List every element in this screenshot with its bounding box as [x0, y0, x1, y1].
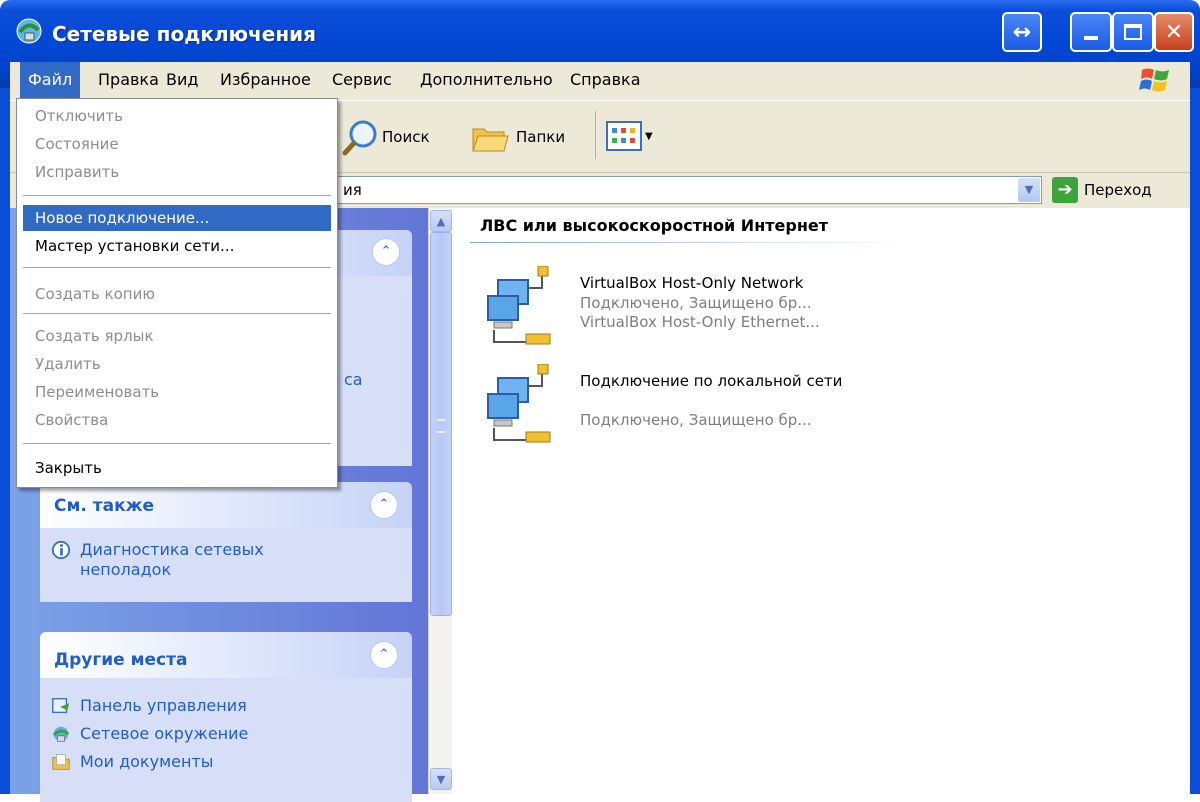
chevron-down-icon: ▼ [1024, 183, 1034, 196]
double-arrow-icon: ↔ [1012, 19, 1032, 45]
connection-status: Подключено, Защищено бр... [580, 294, 812, 312]
my-documents-link[interactable]: Мои документы [40, 752, 412, 772]
group-divider [470, 242, 910, 243]
go-label: Переход [1084, 181, 1152, 199]
scroll-up-button[interactable]: ▲ [430, 210, 452, 232]
menu-help[interactable]: Справка [570, 70, 641, 89]
other-places-box: Другие места ⌃ Панель управления Сетевое… [40, 632, 412, 802]
see-also-title: См. также [54, 496, 155, 516]
scroll-thumb[interactable] [430, 232, 452, 616]
folders-label: Папки [516, 128, 566, 146]
my-documents-label: Мои документы [80, 752, 214, 771]
other-places-title: Другие места [54, 650, 188, 670]
collapse-icon[interactable]: ⌃ [370, 491, 398, 519]
close-button[interactable]: ✕ [1154, 12, 1194, 52]
folders-button[interactable]: Папки [470, 115, 565, 159]
address-text-fragment: ия [343, 181, 362, 199]
lan-connection-icon [487, 364, 551, 443]
folders-icon [472, 128, 509, 152]
see-also-header[interactable]: См. также ⌃ [40, 482, 412, 528]
info-icon [51, 540, 71, 560]
toolbar-separator [595, 111, 596, 159]
menu-separator [23, 313, 331, 314]
menu-advanced[interactable]: Дополнительно [420, 70, 553, 89]
go-arrow-icon: ➔ [1052, 177, 1078, 203]
menu-item-create-shortcut[interactable]: Создать ярлык [23, 323, 331, 349]
grip-icon [437, 419, 445, 433]
see-also-box: См. также ⌃ Диагностика сетевых неполадо… [40, 482, 412, 602]
views-button[interactable]: ▼ [606, 121, 653, 151]
search-label: Поиск [382, 128, 430, 146]
group-header: ЛВС или высокоскоростной Интернет [480, 216, 828, 235]
diagnostics-link[interactable]: Диагностика сетевых неполадок [40, 540, 320, 580]
menu-item-create-copy[interactable]: Создать копию [23, 281, 331, 307]
hidden-task-fragment: са [344, 370, 363, 389]
network-places-label: Сетевое окружение [80, 724, 249, 743]
control-panel-link[interactable]: Панель управления [40, 696, 412, 716]
menu-view[interactable]: Вид [166, 70, 198, 89]
menu-favorites[interactable]: Избранное [220, 70, 311, 89]
file-menu-dropdown: Отключить Состояние Исправить Новое подк… [16, 98, 338, 488]
address-dropdown-button[interactable]: ▼ [1018, 178, 1040, 202]
menu-separator [23, 195, 331, 196]
diagnostics-label: Диагностика сетевых неполадок [80, 540, 264, 579]
network-connections-icon [16, 18, 42, 44]
window-title: Сетевые подключения [52, 22, 317, 46]
maximize-button[interactable] [1112, 12, 1154, 52]
network-places-icon [52, 726, 70, 742]
connection-name: VirtualBox Host-Only Network [580, 274, 804, 292]
views-grid-icon [606, 121, 642, 151]
close-icon: ✕ [1164, 19, 1184, 45]
window-frame-left [0, 62, 10, 794]
control-panel-label: Панель управления [80, 696, 247, 715]
menu-item-delete[interactable]: Удалить [23, 351, 331, 377]
menu-item-network-setup-wizard[interactable]: Мастер установки сети... [23, 233, 331, 259]
minimize-button[interactable] [1070, 12, 1112, 52]
menu-item-disconnect[interactable]: Отключить [23, 103, 331, 129]
menu-separator [23, 267, 331, 268]
maximize-icon [1124, 24, 1142, 40]
menu-item-repair[interactable]: Исправить [23, 159, 331, 185]
connection-device: VirtualBox Host-Only Ethernet... [580, 313, 820, 331]
menu-item-rename[interactable]: Переименовать [23, 379, 331, 405]
search-icon [342, 120, 377, 156]
menu-item-close[interactable]: Закрыть [23, 455, 331, 481]
menu-edit[interactable]: Правка [98, 70, 159, 89]
menu-item-properties[interactable]: Свойства [23, 407, 331, 433]
collapse-icon[interactable]: ⌃ [372, 238, 400, 266]
menu-file[interactable]: Файл [20, 62, 81, 100]
control-panel-icon [52, 698, 70, 714]
connection-name: Подключение по локальной сети [580, 372, 843, 390]
windows-logo-icon [1139, 68, 1169, 92]
restore-arrows-button[interactable]: ↔ [1002, 12, 1042, 52]
chevron-down-icon: ▼ [436, 773, 446, 786]
other-places-header[interactable]: Другие места ⌃ [40, 632, 412, 678]
scroll-down-button[interactable]: ▼ [430, 768, 452, 790]
connection-status: Подключено, Защищено бр... [580, 411, 812, 429]
menu-item-status[interactable]: Состояние [23, 131, 331, 157]
menu-tools[interactable]: Сервис [332, 70, 392, 89]
my-documents-icon [52, 754, 70, 770]
connection-item[interactable]: VirtualBox Host-Only Network Подключено,… [480, 262, 880, 352]
search-button[interactable]: Поиск [340, 115, 430, 159]
window-frame-right [1190, 62, 1200, 794]
views-dropdown-arrow-icon: ▼ [645, 130, 653, 142]
collapse-icon[interactable]: ⌃ [370, 641, 398, 669]
chevron-up-icon: ▲ [436, 215, 446, 228]
minimize-icon [1084, 36, 1098, 40]
menu-item-new-connection[interactable]: Новое подключение... [23, 205, 331, 231]
go-button[interactable]: ➔ Переход [1052, 174, 1152, 206]
connection-item[interactable]: Подключение по локальной сети Подключено… [480, 360, 880, 450]
network-places-link[interactable]: Сетевое окружение [40, 724, 412, 744]
menu-bar: Файл Правка Вид Избранное Сервис Дополни… [10, 62, 1190, 100]
lan-connection-icon [487, 266, 551, 345]
menu-separator [23, 443, 331, 444]
